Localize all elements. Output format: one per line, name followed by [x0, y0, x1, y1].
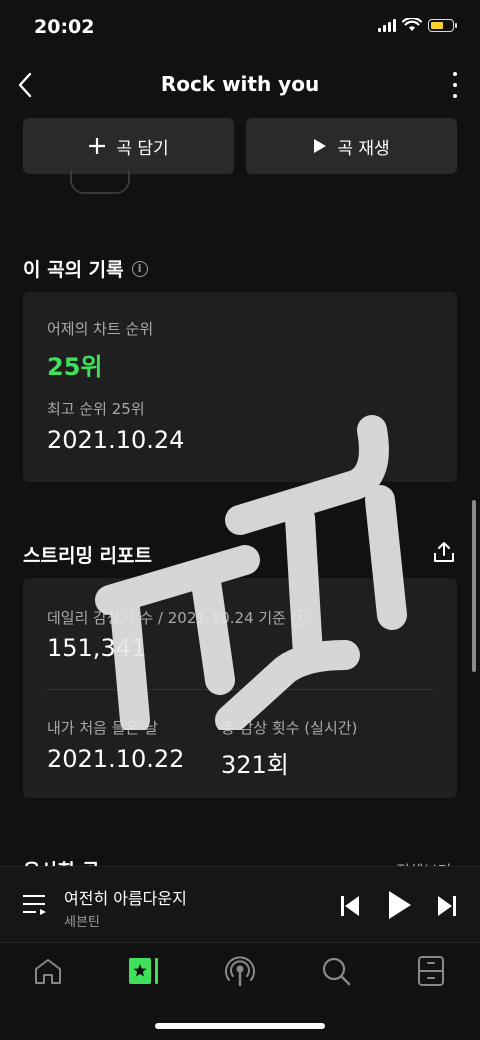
- share-icon[interactable]: [432, 540, 456, 564]
- best-rank-label: 최고 순위 25위: [47, 400, 145, 418]
- signal-icon: [378, 18, 396, 32]
- library-icon[interactable]: [128, 957, 160, 985]
- streaming-section-title: 스트리밍 리포트: [23, 545, 152, 567]
- playlist-icon[interactable]: [22, 893, 48, 917]
- best-rank-date: 2021.10.24: [47, 426, 185, 454]
- status-time: 20:02: [34, 16, 95, 38]
- add-song-label: 곡 담기: [116, 138, 169, 159]
- battery-icon: [428, 18, 457, 32]
- first-listen-value: 2021.10.22: [47, 745, 185, 773]
- info-icon[interactable]: i: [291, 609, 308, 626]
- record-section-title: 이 곡의 기록 i: [23, 255, 148, 282]
- status-icons: [378, 18, 457, 32]
- divider: [46, 689, 434, 690]
- record-title-text: 이 곡의 기록: [23, 259, 124, 281]
- scrollbar[interactable]: [472, 500, 476, 672]
- plus-icon: [89, 138, 106, 154]
- home-indicator: [155, 1023, 325, 1029]
- play-song-label: 곡 재생: [337, 138, 390, 159]
- add-song-button[interactable]: 곡 담기: [23, 118, 234, 174]
- chart-rank-value: 25위: [47, 353, 103, 381]
- home-icon[interactable]: [33, 957, 63, 985]
- info-icon[interactable]: i: [131, 260, 148, 277]
- search-icon[interactable]: [321, 956, 351, 986]
- first-listen-label: 내가 처음 들은 날: [47, 719, 158, 737]
- next-icon[interactable]: [437, 895, 457, 917]
- total-plays-label: 총 감상 횟수 (실시간): [221, 719, 358, 737]
- play-icon[interactable]: [387, 889, 413, 921]
- daily-listeners-value: 151,341: [47, 634, 147, 662]
- player-song-title: 여전히 아름다운지: [64, 889, 187, 908]
- podcast-icon[interactable]: [224, 955, 256, 987]
- mini-player[interactable]: 여전히 아름다운지 세븐틴: [0, 866, 480, 943]
- total-plays-value: 321회: [221, 751, 289, 779]
- player-artist: 세븐틴: [64, 915, 100, 930]
- chart-rank-label: 어제의 차트 순위: [47, 320, 154, 338]
- daily-listeners-label: 데일리 감상자 수 / 2021.10.24 기준 i: [47, 607, 308, 628]
- page-title: Rock with you: [160, 72, 320, 96]
- storage-icon[interactable]: [417, 956, 445, 986]
- previous-icon[interactable]: [340, 895, 360, 917]
- partial-chip: [70, 170, 130, 194]
- wifi-icon: [402, 18, 422, 31]
- more-options-button[interactable]: [450, 72, 460, 98]
- daily-listeners-label-text: 데일리 감상자 수 / 2021.10.24 기준: [47, 609, 286, 627]
- play-song-button[interactable]: 곡 재생: [246, 118, 457, 174]
- play-icon: [314, 139, 327, 153]
